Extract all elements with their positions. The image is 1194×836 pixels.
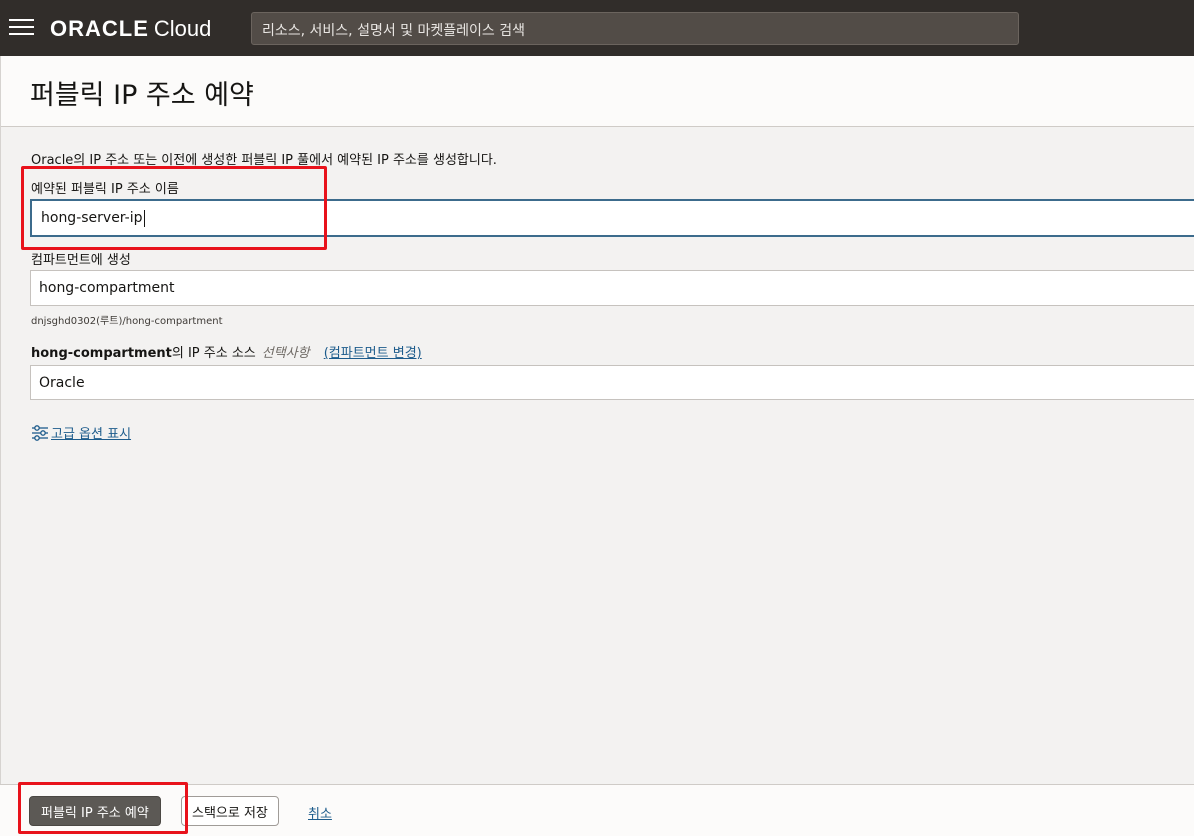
page-title: 퍼블릭 IP 주소 예약 [30,80,254,111]
compartment-select-value: hong-compartment [39,280,175,296]
reserve-ip-button[interactable]: 퍼블릭 IP 주소 예약 [29,796,161,826]
reserved-ip-name-input[interactable]: hong-server-ip [30,199,1194,237]
top-navigation-bar: ORACLE Cloud 리소스, 서비스, 설명서 및 마켓플레이스 검색 [0,0,1194,56]
ip-source-value: Oracle [39,374,85,391]
source-label-suffix: 의 IP 주소 소스 [171,346,256,361]
cancel-link[interactable]: 취소 [308,803,332,822]
compartment-path-hint: dnjsghd0302(루트)/hong-compartment [31,316,223,327]
advanced-options-toggle[interactable]: 고급 옵션 표시 [31,423,131,442]
optional-text: 선택사항 [261,346,310,361]
ip-source-label: hong-compartment의 IP 주소 소스 선택사항 (컴파트먼트 변경… [31,342,422,361]
global-search-input[interactable]: 리소스, 서비스, 설명서 및 마켓플레이스 검색 [251,12,1019,45]
compartment-field-label: 컴파트먼트에 생성 [31,253,131,268]
source-compartment-name: hong-compartment [31,346,172,361]
oracle-cloud-logo[interactable]: ORACLE Cloud [50,16,211,42]
text-caret [143,209,145,227]
sliders-icon [32,424,48,441]
reserve-ip-panel: 퍼블릭 IP 주소 예약 Oracle의 IP 주소 또는 이전에 생성한 퍼블… [0,56,1194,836]
compartment-select[interactable]: hong-compartment [30,270,1194,306]
advanced-options-link: 고급 옵션 표시 [51,427,132,442]
save-as-stack-button[interactable]: 스택으로 저장 [181,796,279,826]
panel-header: 퍼블릭 IP 주소 예약 [1,56,1194,127]
search-placeholder: 리소스, 서비스, 설명서 및 마켓플레이스 검색 [262,23,525,39]
name-field-label: 예약된 퍼블릭 IP 주소 이름 [31,182,179,197]
change-compartment-link[interactable]: (컴파트먼트 변경) [324,346,422,361]
ip-source-select[interactable]: Oracle [30,365,1194,400]
brand-cloud-text: Cloud [153,16,212,41]
name-input-value: hong-server-ip [41,210,143,226]
hamburger-menu-icon[interactable] [9,17,34,37]
panel-footer: 퍼블릭 IP 주소 예약 스택으로 저장 취소 [0,784,1194,836]
brand-oracle-text: ORACLE [50,16,149,41]
page-description: Oracle의 IP 주소 또는 이전에 생성한 퍼블릭 IP 풀에서 예약된 … [31,153,497,168]
